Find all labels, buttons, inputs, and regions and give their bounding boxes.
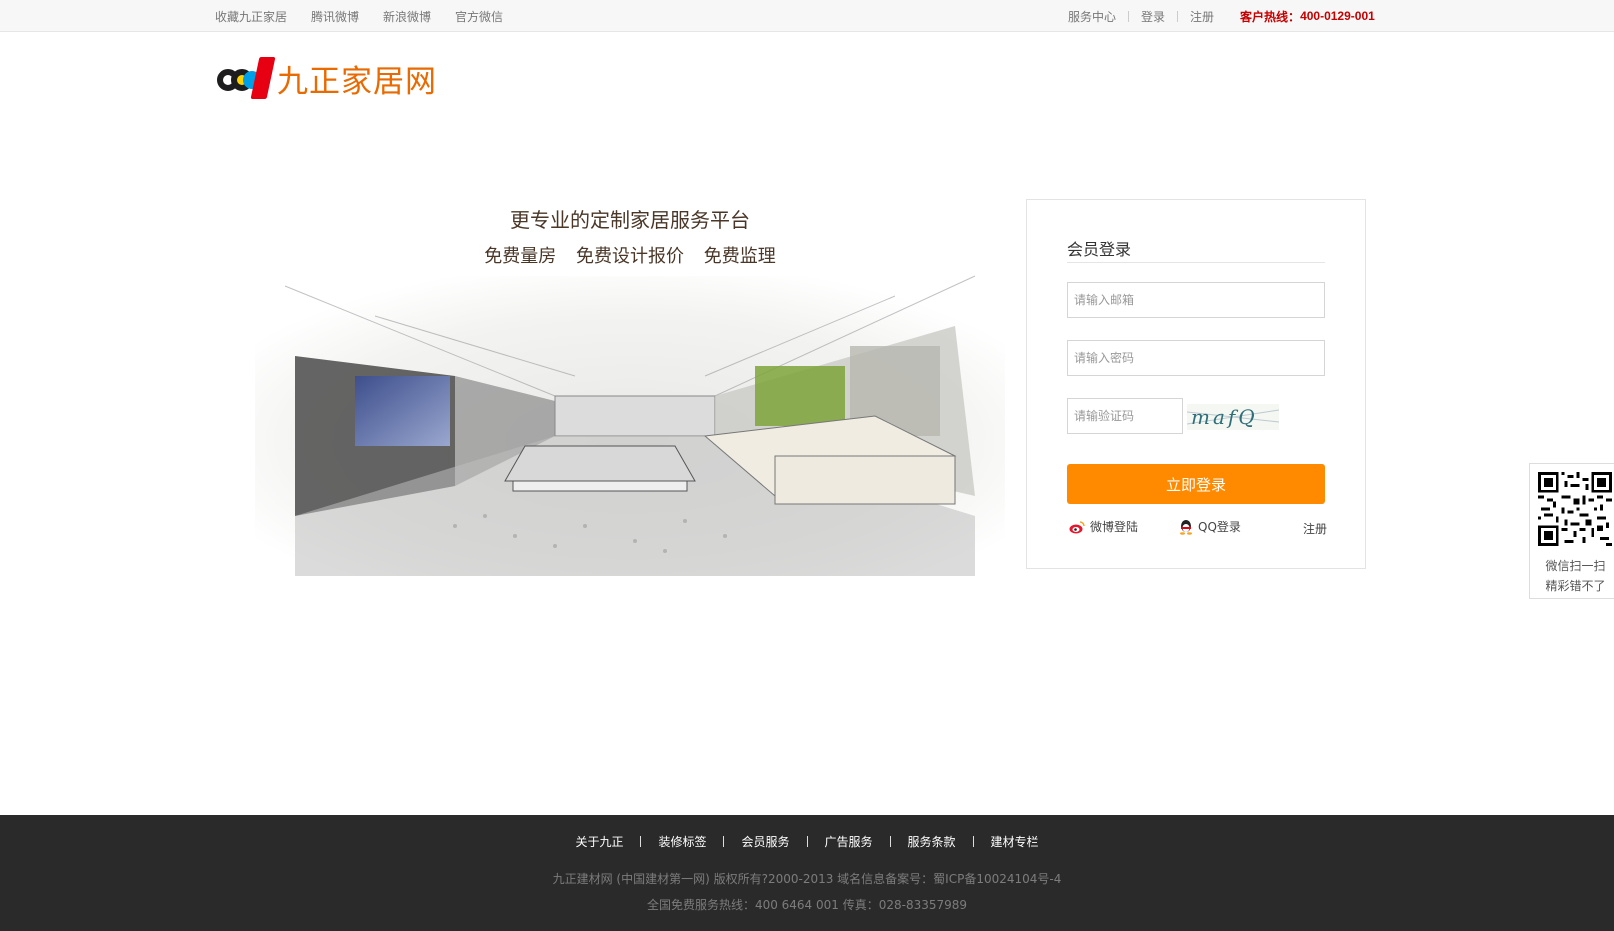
captcha-image[interactable]: mafQ <box>1187 404 1279 430</box>
email-input[interactable] <box>1067 282 1325 318</box>
qq-login-link[interactable]: QQ登录 <box>1179 518 1241 535</box>
weibo-login-label: 微博登陆 <box>1090 520 1139 534</box>
password-input[interactable] <box>1067 340 1325 376</box>
hotline-number: 400-0129-001 <box>1300 9 1375 23</box>
service-center-link[interactable]: 服务中心 <box>1068 8 1116 25</box>
logo-text: 九正家居网 <box>277 64 437 100</box>
divider <box>806 836 808 847</box>
qr-code-icon <box>1538 472 1612 546</box>
top-bar-left-links: 收藏九正家居 腾讯微博 新浪微博 官方微信 <box>215 0 503 32</box>
official-wechat-link[interactable]: 官方微信 <box>455 8 503 25</box>
footer-link-member[interactable]: 会员服务 <box>741 833 789 850</box>
sina-weibo-link[interactable]: 新浪微博 <box>383 8 431 25</box>
divider <box>640 836 642 847</box>
qq-login-label: QQ登录 <box>1198 520 1241 534</box>
divider <box>972 836 974 847</box>
footer-link-terms[interactable]: 服务条款 <box>908 833 956 850</box>
footer-links: 关于九正 装修标签 会员服务 广告服务 服务条款 建材专栏 <box>0 833 1614 850</box>
divider <box>1177 10 1179 22</box>
login-title: 会员登录 <box>1067 240 1132 259</box>
site-logo[interactable]: 九正家居网 <box>215 56 437 101</box>
banner-title: 更专业的定制家居服务平台 <box>510 208 750 232</box>
top-bar: 收藏九正家居 腾讯微博 新浪微博 官方微信 服务中心 登录 注册 客户热线： 4… <box>0 0 1614 32</box>
footer-link-materials[interactable]: 建材专栏 <box>991 833 1039 850</box>
footer-link-ads[interactable]: 广告服务 <box>825 833 873 850</box>
qr-caption-line1: 微信扫一扫 <box>1545 559 1606 573</box>
captcha-text: mafQ <box>1191 405 1258 429</box>
footer: 关于九正 装修标签 会员服务 广告服务 服务条款 建材专栏 九正建材网 (中国建… <box>0 815 1614 931</box>
divider <box>723 836 725 847</box>
footer-link-about[interactable]: 关于九正 <box>575 833 623 850</box>
login-submit-button[interactable]: 立即登录 <box>1067 464 1325 504</box>
qq-penguin-icon <box>1180 519 1192 535</box>
divider <box>889 836 891 847</box>
login-panel: 会员登录 mafQ 立即登录 微博登陆 QQ登录 注册 <box>1026 199 1366 569</box>
top-login-link[interactable]: 登录 <box>1141 8 1165 25</box>
top-bar-right-links: 服务中心 登录 注册 客户热线： 400-0129-001 <box>1068 0 1375 32</box>
divider <box>1128 10 1130 22</box>
footer-copyright: 九正建材网 (中国建材第一网) 版权所有?2000-2013 域名信息备案号：蜀… <box>552 872 1062 886</box>
wechat-qr-widget: 微信扫一扫 精彩错不了 <box>1529 463 1614 599</box>
tencent-weibo-link[interactable]: 腾讯微博 <box>311 8 359 25</box>
footer-link-tags[interactable]: 装修标签 <box>658 833 706 850</box>
divider <box>1067 262 1325 263</box>
top-register-link[interactable]: 注册 <box>1190 8 1214 25</box>
qr-caption-line2: 精彩错不了 <box>1545 579 1606 593</box>
captcha-input[interactable] <box>1067 398 1183 434</box>
weibo-icon <box>1069 520 1085 533</box>
weibo-login-link[interactable]: 微博登陆 <box>1069 518 1138 535</box>
hotline-label: 客户热线： <box>1240 9 1301 24</box>
register-link[interactable]: 注册 <box>1303 520 1327 537</box>
hero-banner: 更专业的定制家居服务平台 免费量房 免费设计报价 免费监理 <box>255 196 1005 588</box>
logo-icon <box>215 56 276 101</box>
footer-service-line: 全国免费服务热线：400 6464 001 传真：028-83357989 <box>646 898 968 912</box>
banner-subtitle: 免费量房 免费设计报价 免费监理 <box>484 246 776 267</box>
bookmark-link[interactable]: 收藏九正家居 <box>215 8 287 25</box>
